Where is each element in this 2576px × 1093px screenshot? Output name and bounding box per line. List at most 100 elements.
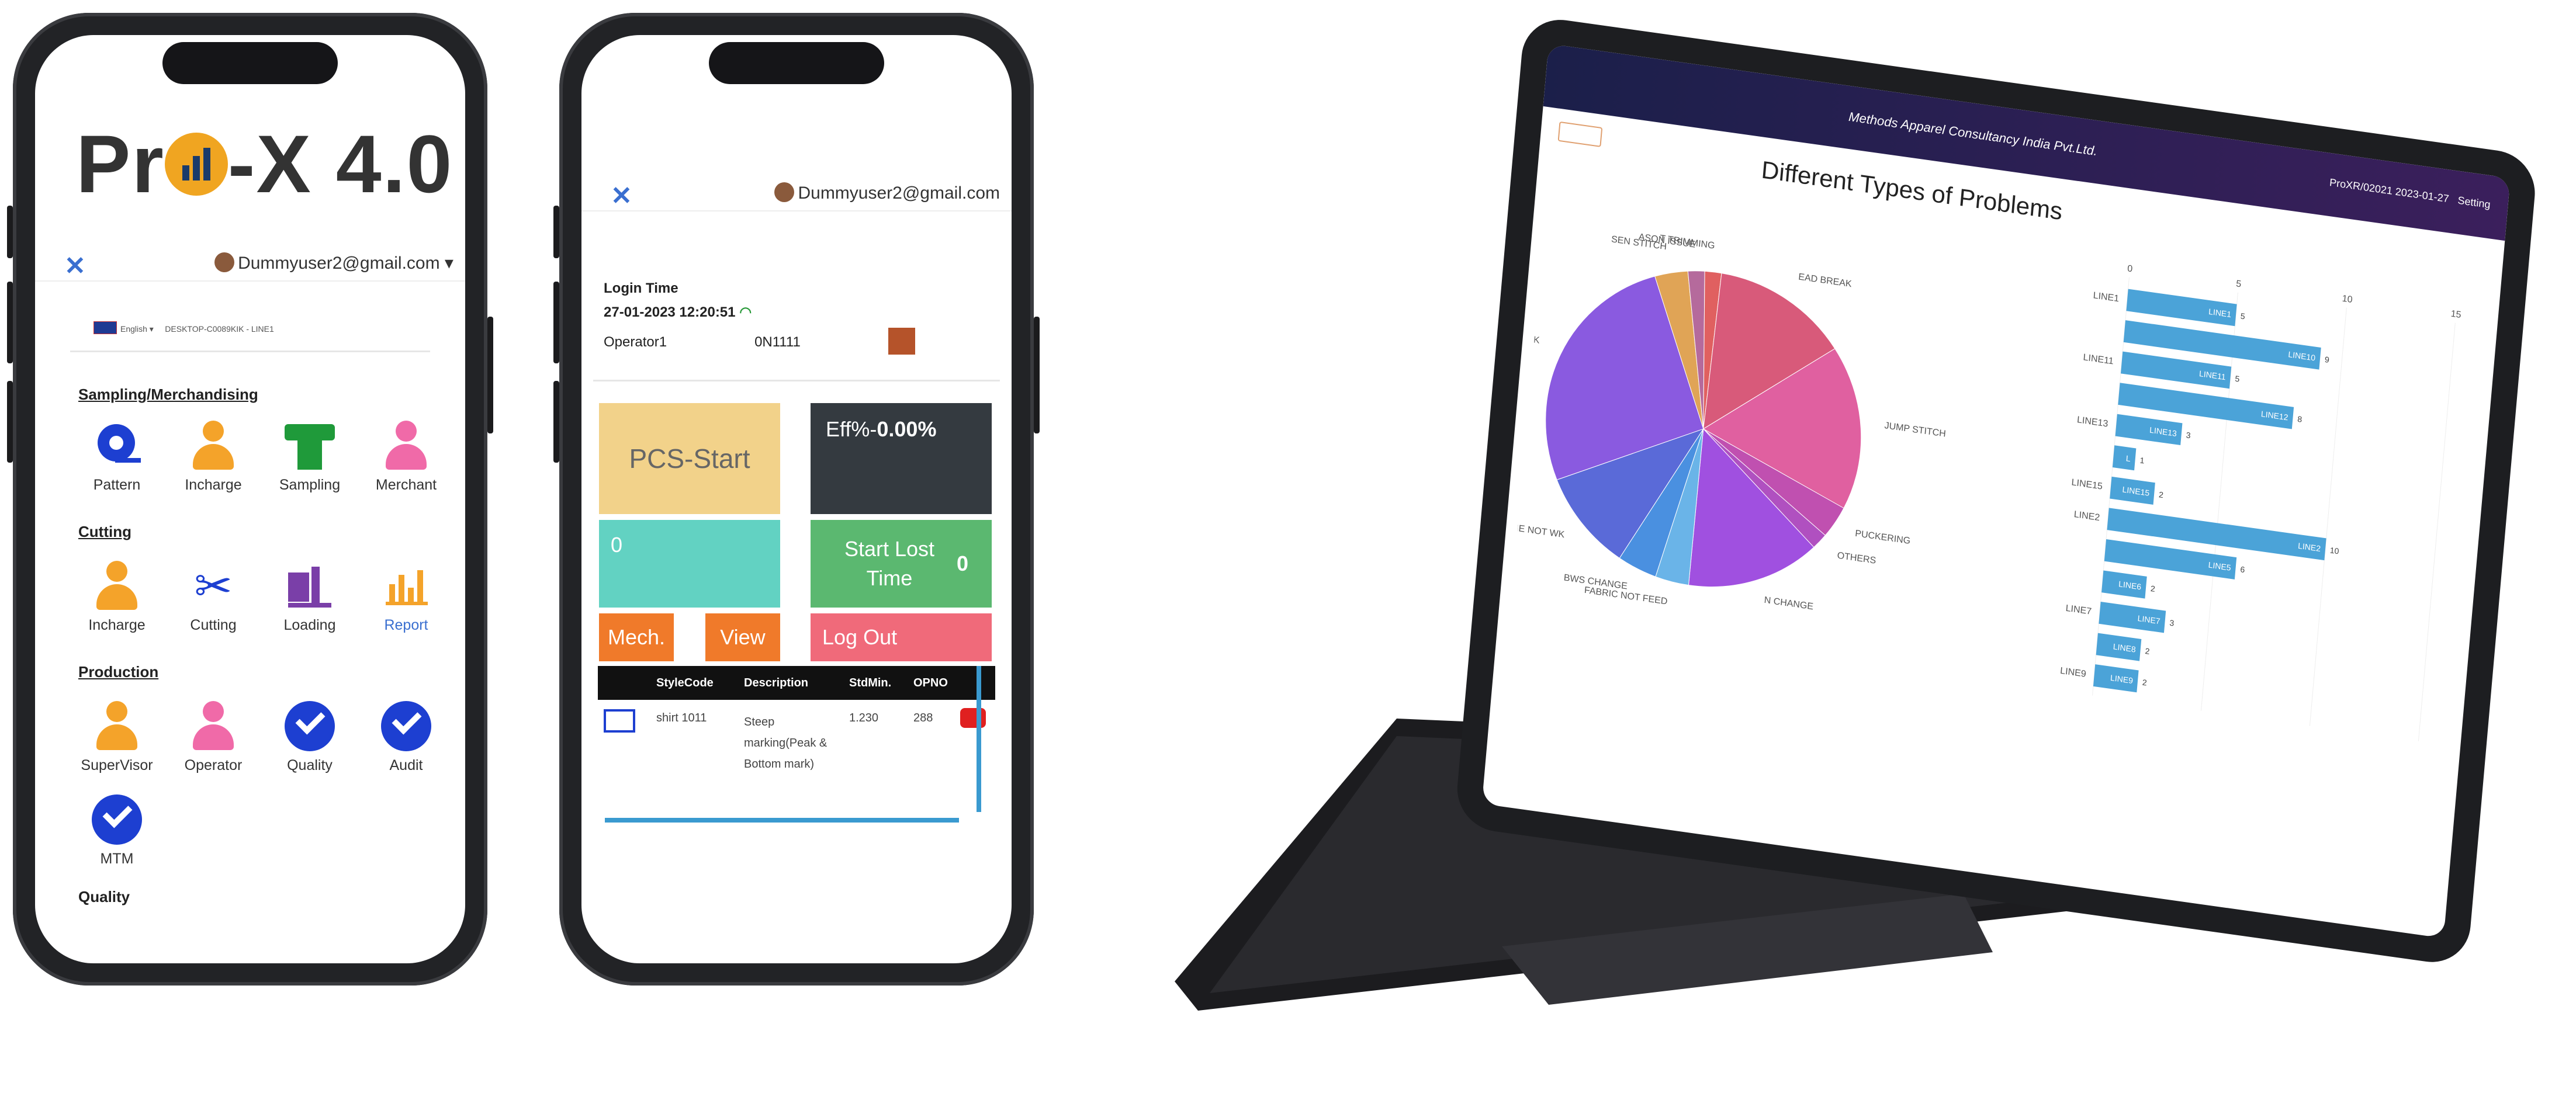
tile-audit[interactable]: Audit: [356, 701, 456, 774]
login-time-value: 27-01-2023 12:20:51: [604, 304, 736, 320]
avatar: [774, 182, 795, 202]
person-icon: [92, 701, 142, 751]
check-circle-icon: [285, 701, 335, 751]
person-icon: [381, 421, 431, 471]
pie-label: MACHINE NOT WK: [1508, 519, 1565, 540]
tile-report[interactable]: Report: [356, 561, 456, 634]
tile-operator[interactable]: Operator: [164, 701, 263, 774]
company-title: Methods Apparel Consultancy India Pvt.Lt…: [1848, 109, 2099, 159]
tile-loading[interactable]: Loading: [260, 561, 359, 634]
header-right: ProXR/02021 2023-01-27 Setting: [2329, 176, 2491, 211]
operator-name: Operator1: [604, 334, 667, 350]
top-bar: ✕ Dummyuser2@gmail.com: [581, 169, 1012, 211]
start-lost-time-button[interactable]: Start Lost Time 0: [811, 520, 992, 608]
app-brand-icon[interactable]: ✕: [64, 251, 86, 281]
tile-mtm[interactable]: MTM: [67, 794, 167, 868]
vertical-scrollbar[interactable]: [977, 666, 981, 812]
person-icon: [188, 701, 238, 751]
image-gallery-icon[interactable]: [604, 709, 635, 733]
device-text: DESKTOP-C0089KIK - LINE1: [165, 324, 274, 334]
divider: [70, 351, 430, 352]
axis-tick-label: 15: [2450, 309, 2461, 320]
lost-count: 0: [956, 551, 969, 575]
phone-power-button: [1034, 317, 1040, 433]
tile-quality[interactable]: Quality: [260, 701, 359, 774]
pie-label: OTHERS: [1837, 551, 1876, 566]
tablet-device: Methods Apparel Consultancy India Pvt.Lt…: [1175, 0, 2576, 1093]
pcs-start-button[interactable]: PCS-Start: [599, 403, 780, 514]
axis-tick-label: 5: [2236, 279, 2242, 289]
tile-incharge[interactable]: Incharge: [164, 421, 263, 494]
bar-value: 3: [2169, 618, 2175, 628]
mech-button[interactable]: Mech.: [599, 613, 674, 661]
logout-button[interactable]: Log Out: [811, 613, 992, 661]
back-button[interactable]: [1557, 121, 1603, 147]
cell-opno: 288: [913, 712, 933, 724]
header-id-date: ProXR/02021 2023-01-27: [2329, 176, 2450, 205]
language-row: English ▾ DESKTOP-C0089KIK - LINE1: [94, 321, 274, 334]
axis-tick-label: 10: [2342, 294, 2353, 305]
language-select[interactable]: English: [120, 324, 147, 334]
horizontal-scrollbar[interactable]: [605, 818, 959, 823]
efficiency-panel: Eff%- 0.00%: [811, 403, 992, 514]
tile-cutting-incharge[interactable]: Incharge: [67, 561, 167, 634]
section-title-production: Production: [78, 663, 159, 681]
section-title-cutting: Cutting: [78, 523, 131, 540]
tile-label: Quality: [287, 757, 333, 773]
bar-value: 1: [2139, 456, 2145, 466]
operator-photo-icon: [888, 328, 915, 355]
cell-stdmin: 1.230: [849, 712, 879, 724]
divider: [593, 380, 1000, 381]
user-menu[interactable]: Dummyuser2@gmail.com ▾: [214, 252, 453, 273]
check-circle-icon: [381, 701, 431, 751]
tablet-frame: Methods Apparel Consultancy India Pvt.Lt…: [1453, 15, 2539, 967]
bar[interactable]: [2126, 289, 2237, 327]
app-brand-icon[interactable]: ✕: [611, 181, 632, 211]
login-info: Login Time 27-01-2023 12:20:51 ◠ Operato…: [604, 280, 915, 362]
check-circle-icon: [92, 794, 142, 845]
pie-label: N CHANGE: [1764, 595, 1814, 612]
line-bar-chart: 051015LINE1 5LINE1LINE10 9LINE11 5LINE11LIN…: [2060, 263, 2461, 741]
tile-pattern[interactable]: Pattern: [67, 421, 167, 494]
column-header-opno: OPNO: [913, 676, 948, 689]
tile-label: Report: [384, 617, 428, 633]
bar-value: 2: [2150, 584, 2155, 594]
app-logo: Pr -X 4.0: [76, 117, 453, 211]
table-row[interactable]: shirt 1011 Steep marking(Peak & Bottom m…: [598, 701, 995, 812]
start-lost-time-label: Start Lost Time: [844, 537, 935, 590]
bar[interactable]: [2120, 351, 2232, 389]
bar-chart-icon: [381, 561, 431, 611]
tile-merchant[interactable]: Merchant: [356, 421, 456, 494]
bar[interactable]: [2112, 445, 2137, 471]
tile-label: SuperVisor: [81, 757, 153, 773]
login-time-label: Login Time: [604, 280, 678, 296]
user-menu[interactable]: Dummyuser2@gmail.com: [774, 182, 1000, 203]
category-label: LINE11: [2083, 352, 2114, 366]
tile-sampling[interactable]: Sampling: [260, 421, 359, 494]
view-button[interactable]: View: [705, 613, 780, 661]
tile-label: Incharge: [88, 617, 146, 633]
avatar: [214, 252, 235, 272]
bar-value: 8: [2297, 414, 2303, 424]
scissors-icon: ✂: [194, 560, 233, 612]
user-email: Dummyuser2@gmail.com: [238, 254, 440, 273]
tile-label: Sampling: [279, 477, 341, 493]
eff-value: 0.00%: [877, 417, 937, 441]
tile-label: Incharge: [185, 477, 242, 493]
cell-description: Steep marking(Peak & Bottom mark): [744, 716, 827, 771]
logo-coin-icon: [164, 133, 228, 196]
video-play-icon[interactable]: [960, 708, 986, 728]
tshirt-icon: [285, 421, 335, 471]
phone-notch: [709, 42, 884, 84]
phone-side-button: [553, 206, 559, 258]
settings-link[interactable]: Setting: [2457, 195, 2491, 211]
tile-label: Pattern: [93, 477, 141, 493]
bar-name: L: [2125, 453, 2131, 463]
phone-volume-up: [7, 282, 13, 363]
category-label: LINE9: [2060, 666, 2087, 679]
bar-value: 2: [2145, 646, 2150, 656]
eff-label: Eff%-: [826, 417, 877, 441]
tile-cutting[interactable]: ✂ Cutting: [164, 561, 263, 634]
phone-menu-device: Pr -X 4.0 ✕ Dummyuser2@gmail.com ▾ Englis…: [7, 13, 493, 986]
tile-supervisor[interactable]: SuperVisor: [67, 701, 167, 774]
